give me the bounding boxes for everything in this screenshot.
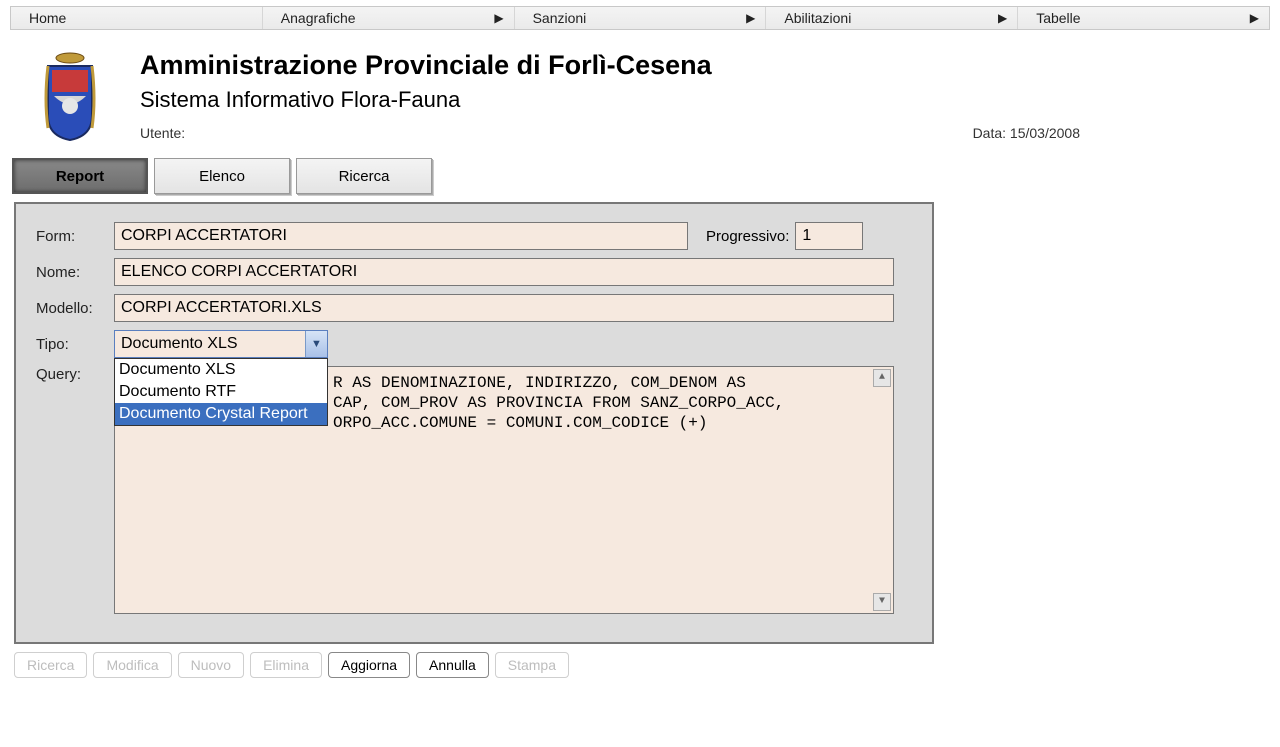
report-form-panel: Form: Progressivo: Nome: Modello: Tipo: … [14,202,934,644]
label-nome: Nome: [36,264,114,281]
tab-elenco-label: Elenco [199,168,245,185]
select-tipo-value: Documento XLS [121,335,238,353]
label-tipo: Tipo: [36,336,114,353]
ricerca-button: Ricerca [14,652,87,678]
nuovo-button: Nuovo [178,652,244,678]
tab-row: Report Elenco Ricerca [0,158,1280,194]
modifica-button: Modifica [93,652,171,678]
menu-tabelle-label: Tabelle [1036,10,1080,26]
input-progressivo[interactable] [795,222,863,250]
menu-home[interactable]: Home [11,7,263,29]
menu-abilitazioni-label: Abilitazioni [784,10,851,26]
menu-tabelle[interactable]: Tabelle ▶ [1018,7,1269,29]
user-label: Utente: [140,125,185,141]
date-value: 15/03/2008 [1010,125,1080,141]
menu-sanzioni[interactable]: Sanzioni ▶ [515,7,767,29]
scroll-down-icon[interactable]: ▼ [873,593,891,611]
page-header: Amministrazione Provinciale di Forlì-Ces… [0,30,1280,152]
input-nome[interactable] [114,258,894,286]
chevron-right-icon: ▶ [1250,11,1259,25]
action-button-row: Ricerca Modifica Nuovo Elimina Aggiorna … [0,644,1280,678]
date-label: Data: [973,125,1006,141]
label-form: Form: [36,228,114,245]
elimina-button: Elimina [250,652,322,678]
select-tipo-dropdown: Documento XLS Documento RTF Documento Cr… [114,358,328,426]
menu-anagrafiche[interactable]: Anagrafiche ▶ [263,7,515,29]
label-query: Query: [36,366,114,383]
page-title: Amministrazione Provinciale di Forlì-Ces… [140,50,1260,81]
tab-ricerca-label: Ricerca [339,168,390,185]
menu-anagrafiche-label: Anagrafiche [281,10,356,26]
scroll-up-icon[interactable]: ▲ [873,369,891,387]
tab-ricerca[interactable]: Ricerca [296,158,432,194]
province-crest-icon [20,42,120,142]
main-menubar: Home Anagrafiche ▶ Sanzioni ▶ Abilitazio… [10,6,1270,30]
aggiorna-button[interactable]: Aggiorna [328,652,410,678]
chevron-right-icon: ▶ [746,11,755,25]
annulla-button[interactable]: Annulla [416,652,489,678]
menu-home-label: Home [29,10,66,26]
chevron-right-icon: ▶ [494,11,503,25]
tipo-option-crystal[interactable]: Documento Crystal Report [115,403,327,425]
menu-abilitazioni[interactable]: Abilitazioni ▶ [766,7,1018,29]
select-tipo[interactable]: Documento XLS ▼ Documento XLS Documento … [114,330,328,358]
tipo-option-xls[interactable]: Documento XLS [115,359,327,381]
tab-report[interactable]: Report [12,158,148,194]
input-modello[interactable] [114,294,894,322]
tab-report-label: Report [56,168,104,185]
input-form[interactable] [114,222,688,250]
label-progressivo: Progressivo: [706,228,789,245]
chevron-down-icon[interactable]: ▼ [305,331,327,357]
tipo-option-rtf[interactable]: Documento RTF [115,381,327,403]
chevron-right-icon: ▶ [998,11,1007,25]
menu-sanzioni-label: Sanzioni [533,10,587,26]
label-modello: Modello: [36,300,114,317]
stampa-button: Stampa [495,652,569,678]
tab-elenco[interactable]: Elenco [154,158,290,194]
page-subtitle: Sistema Informativo Flora-Fauna [140,87,1260,113]
